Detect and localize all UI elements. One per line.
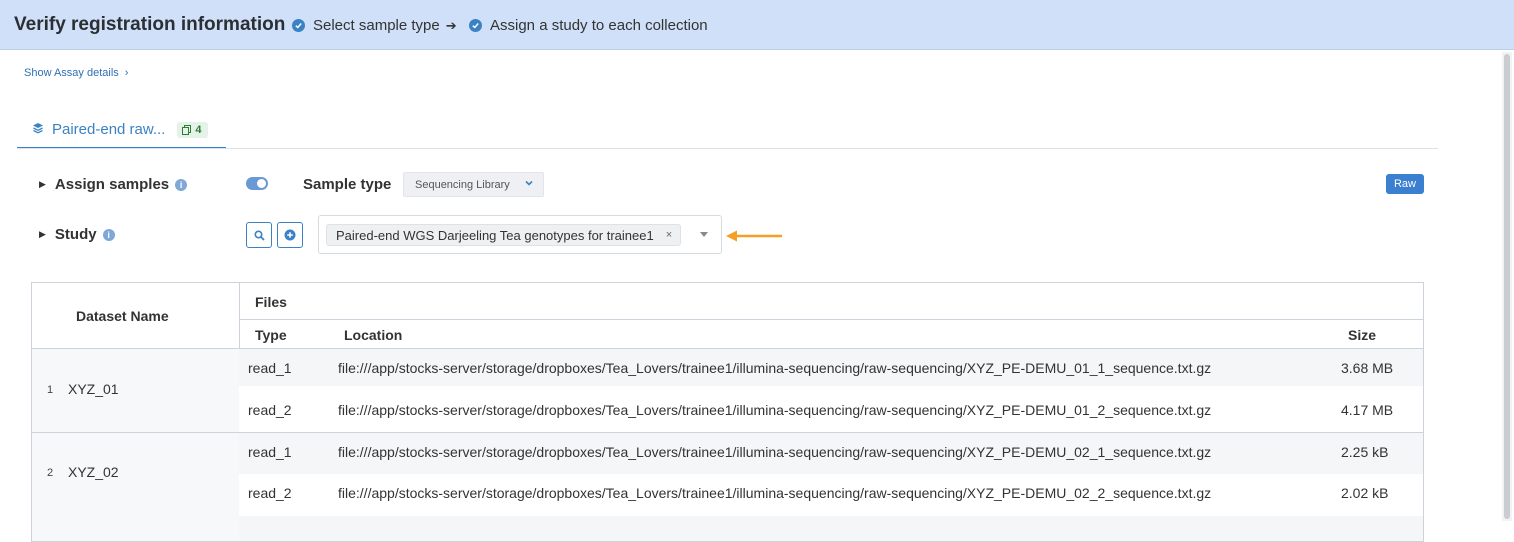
chevron-down-icon (524, 178, 534, 191)
header-type: Type (255, 327, 287, 343)
search-study-button[interactable] (246, 222, 272, 248)
header-dataset-name: Dataset Name (76, 308, 169, 324)
step-label: Select sample type (313, 17, 440, 34)
caret-right-icon: ▶ (39, 229, 46, 239)
file-type: read_2 (248, 485, 292, 501)
table-header (32, 283, 1423, 348)
file-location: file:///app/stocks-server/storage/dropbo… (338, 444, 1212, 460)
tab-label: Paired-end raw... (52, 121, 166, 138)
header-bar: Verify registration information Select s… (0, 0, 1514, 50)
file-type: read_1 (248, 360, 292, 376)
check-circle-icon (292, 19, 305, 32)
orange-arrow-icon (726, 230, 782, 242)
file-location: file:///app/stocks-server/storage/dropbo… (338, 402, 1212, 418)
scrollbar-thumb[interactable] (1504, 54, 1510, 519)
step-assign-study[interactable]: Assign a study to each collection (469, 17, 708, 34)
header-size: Size (1348, 327, 1377, 343)
plus-circle-icon (284, 229, 296, 241)
close-icon[interactable]: × (666, 229, 672, 241)
chevron-right-icon: › (124, 67, 129, 79)
datasets-table: Dataset Name Files Type Location Size 1 … (31, 282, 1424, 542)
assay-link-label: Show Assay details (24, 67, 119, 79)
dataset-name-cell (32, 349, 239, 432)
sample-type-select[interactable]: Sequencing Library (403, 172, 544, 197)
file-size: 3.68 MB (1341, 360, 1394, 376)
header-column-divider (239, 283, 240, 348)
file-type: read_2 (248, 402, 292, 418)
selected-study-label: Paired-end WGS Darjeeling Tea genotypes … (336, 227, 654, 243)
file-size: 2.25 kB (1341, 444, 1389, 460)
dataset-name: XYZ_01 (68, 381, 119, 397)
file-location: file:///app/stocks-server/storage/dropbo… (338, 360, 1212, 376)
assign-samples-label: Assign samples (54, 176, 170, 193)
study-select[interactable]: Paired-end WGS Darjeeling Tea genotypes … (318, 215, 722, 254)
row-index: 2 (47, 467, 54, 479)
dropdown-caret-icon[interactable] (700, 232, 708, 237)
file-size: 2.02 kB (1341, 485, 1389, 501)
assign-samples-switch[interactable] (246, 177, 268, 190)
table-row (239, 516, 1423, 541)
step-select-sample-type[interactable]: Select sample type ➔ (292, 17, 457, 34)
layers-icon (32, 121, 44, 139)
step-label: Assign a study to each collection (490, 17, 708, 34)
caret-right-icon: ▶ (39, 179, 46, 189)
info-icon[interactable]: i (175, 178, 188, 191)
dataset-name: XYZ_02 (68, 464, 119, 480)
info-icon[interactable]: i (102, 228, 115, 241)
header-location: Location (344, 327, 403, 343)
tab-divider (17, 148, 1438, 149)
sample-type-value: Sequencing Library (415, 178, 510, 191)
row-index: 1 (47, 384, 54, 396)
search-icon (253, 229, 265, 241)
selected-study-tag: Paired-end WGS Darjeeling Tea genotypes … (326, 224, 682, 246)
copy-icon (182, 124, 192, 135)
file-type: read_1 (248, 444, 292, 460)
arrow-right-icon: ➔ (445, 17, 457, 33)
header-divider (239, 319, 1423, 320)
raw-badge: Raw (1386, 174, 1424, 194)
file-count: 4 (195, 123, 202, 136)
check-circle-icon (469, 19, 482, 32)
switch-knob (257, 179, 266, 188)
file-count-badge: 4 (177, 121, 208, 138)
study-toggle-row[interactable]: ▶ Study i (39, 226, 115, 243)
header-files: Files (255, 294, 287, 310)
show-assay-details-link[interactable]: Show Assay details › (24, 67, 128, 79)
add-study-button[interactable] (277, 222, 303, 248)
page-title: Verify registration information (14, 14, 286, 35)
file-size: 4.17 MB (1341, 402, 1394, 418)
tab-paired-end-raw[interactable]: Paired-end raw... 4 (17, 112, 226, 149)
dataset-name-cell (32, 433, 239, 541)
page-scrollbar[interactable] (1502, 52, 1512, 521)
sample-type-label: Sample type (303, 176, 392, 193)
study-label: Study (54, 226, 97, 243)
assign-samples-toggle-row[interactable]: ▶ Assign samples i (39, 176, 188, 193)
file-location: file:///app/stocks-server/storage/dropbo… (338, 485, 1212, 501)
